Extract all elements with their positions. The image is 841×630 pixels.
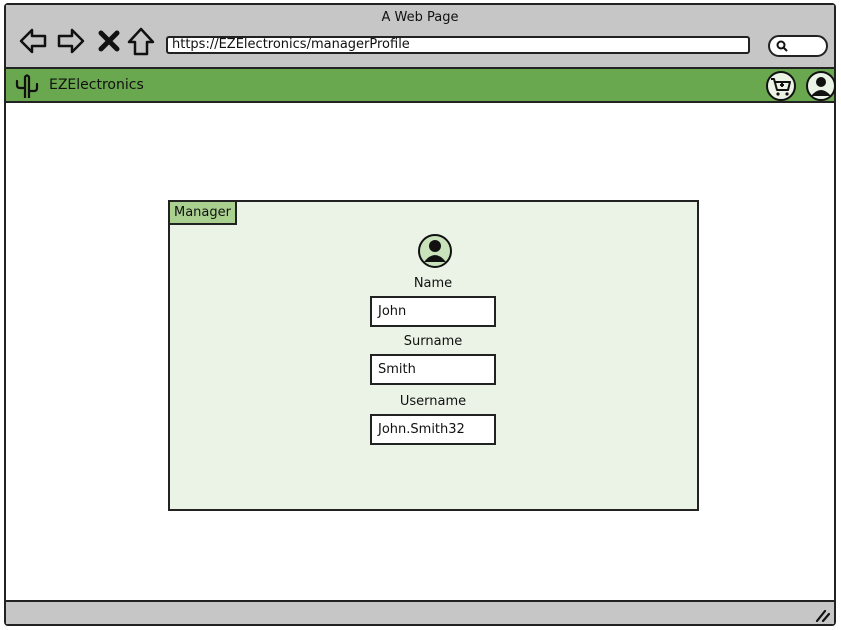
home-button[interactable]	[126, 25, 156, 57]
cactus-icon	[15, 74, 39, 98]
surname-label: Surname	[403, 334, 463, 349]
back-button[interactable]	[18, 25, 48, 57]
url-bar[interactable]: https://EZElectronics/managerProfile	[166, 36, 750, 54]
username-label: Username	[399, 394, 467, 409]
status-bar	[6, 600, 834, 624]
user-icon[interactable]	[806, 71, 836, 101]
user-avatar-icon	[418, 234, 452, 268]
surname-field[interactable]: Smith	[370, 354, 496, 385]
cart-icon[interactable]	[764, 71, 798, 101]
browser-search-box[interactable]	[768, 35, 828, 57]
arrow-left-icon	[19, 28, 47, 54]
window-title: A Web Page	[381, 10, 459, 25]
close-icon	[98, 30, 120, 52]
browser-window: A Web Page https://EZElectronics/manager…	[4, 3, 836, 626]
brand-name[interactable]: EZElectronics	[49, 77, 144, 93]
name-label: Name	[413, 276, 453, 291]
app-header: EZElectronics	[6, 69, 836, 103]
name-field[interactable]: John	[370, 296, 496, 327]
home-icon	[127, 27, 155, 56]
manager-profile-panel: Manager Name John Surname Smith Username…	[168, 200, 699, 511]
arrow-right-icon	[57, 28, 85, 54]
search-icon	[776, 40, 788, 52]
username-field[interactable]: John.Smith32	[370, 414, 496, 445]
browser-titlebar: A Web Page https://EZElectronics/manager…	[6, 5, 834, 69]
panel-tab-manager: Manager	[168, 200, 237, 225]
forward-button[interactable]	[56, 25, 86, 57]
resize-grip-icon[interactable]	[814, 606, 830, 622]
stop-button[interactable]	[96, 25, 122, 57]
